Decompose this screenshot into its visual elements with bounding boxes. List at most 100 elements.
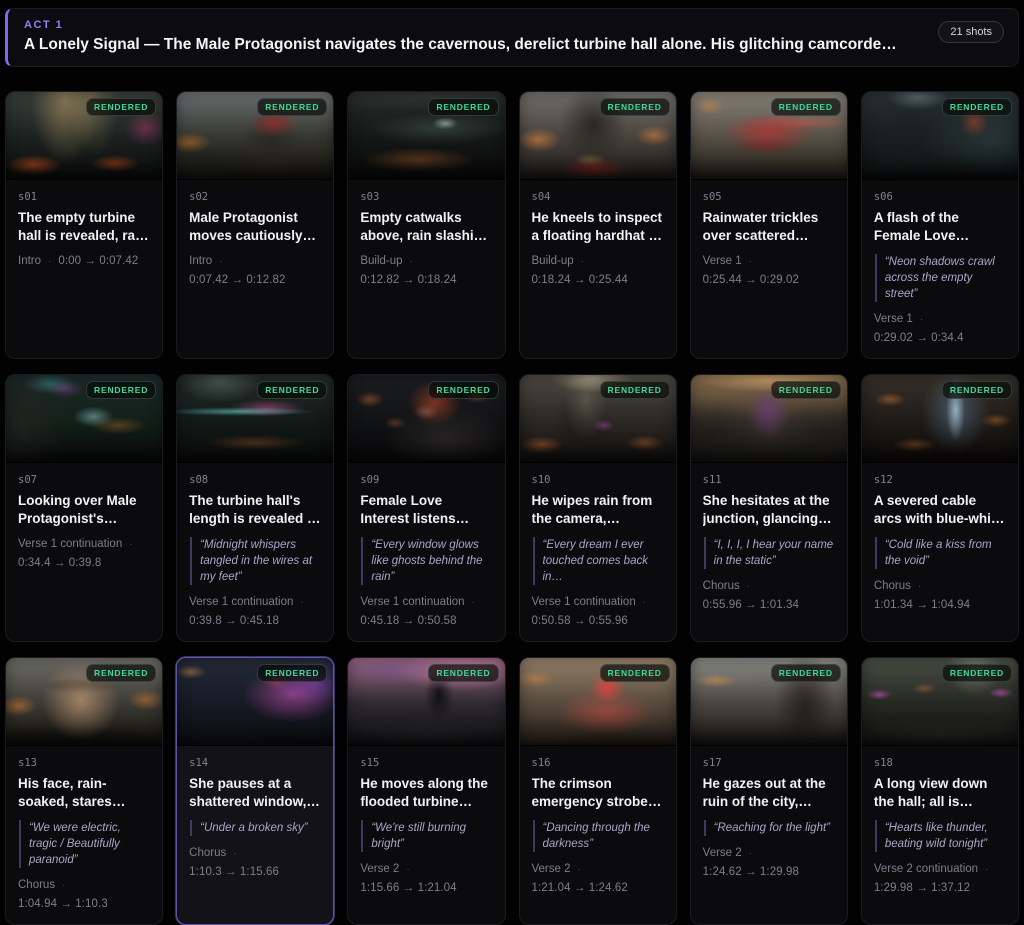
shot-thumbnail[interactable]: RENDERED (348, 375, 504, 463)
shot-lyric: “Dancing through the darkness” (533, 820, 664, 852)
act-label: ACT 1 (24, 19, 1002, 31)
shot-thumbnail[interactable]: RENDERED (691, 658, 847, 746)
shot-meta: Verse 2 continuation · 1:29.98 → 1:37.12 (874, 862, 1006, 896)
shot-card-body: s12 A severed cable arcs with blue-white… (862, 463, 1018, 641)
shot-meta: Build-up · 0:12.82 → 0:18.24 (360, 254, 492, 288)
shot-card-body: s05 Rainwater trickles over scattered wr… (691, 180, 847, 358)
shot-timerange: 1:29.98 → 1:37.12 (874, 881, 970, 896)
act-title: A Lonely Signal — The Male Protagonist n… (24, 36, 1002, 54)
shot-thumbnail[interactable]: RENDERED (520, 658, 676, 746)
shot-thumbnail[interactable]: RENDERED (520, 375, 676, 463)
shot-card[interactable]: RENDERED s13 His face, rain-soaked, star… (5, 657, 163, 925)
shot-title: She pauses at a shattered window, neo… (189, 775, 321, 811)
shot-card[interactable]: RENDERED s15 He moves along the flooded … (347, 657, 505, 925)
shot-card[interactable]: RENDERED s03 Empty catwalks above, rain … (347, 91, 505, 359)
shot-thumbnail[interactable]: RENDERED (862, 658, 1018, 746)
shot-section: Verse 1 continuation (360, 595, 464, 610)
shot-card-body: s03 Empty catwalks above, rain slashing … (348, 180, 504, 358)
shot-id: s15 (360, 757, 492, 769)
shot-card[interactable]: RENDERED s10 He wipes rain from the came… (519, 374, 677, 642)
shot-card-body: s04 He kneels to inspect a floating hard… (520, 180, 676, 358)
shot-thumbnail[interactable]: RENDERED (520, 92, 676, 180)
shot-id: s09 (360, 474, 492, 486)
shot-timerange: 0:39.8 → 0:45.18 (189, 614, 279, 629)
meta-separator-icon: · (747, 580, 750, 593)
shot-meta: Chorus · 1:10.3 → 1:15.66 (189, 846, 321, 880)
rendered-badge: RENDERED (86, 381, 156, 399)
rendered-badge: RENDERED (428, 381, 498, 399)
shot-timerange: 0:29.02 → 0:34.4 (874, 331, 964, 346)
shot-card[interactable]: RENDERED s14 She pauses at a shattered w… (176, 657, 334, 925)
shot-thumbnail[interactable]: RENDERED (691, 92, 847, 180)
shot-timerange: 1:15.66 → 1:21.04 (360, 881, 456, 896)
shot-thumbnail[interactable]: RENDERED (691, 375, 847, 463)
rendered-badge: RENDERED (942, 664, 1012, 682)
shot-card[interactable]: RENDERED s06 A flash of the Female Love … (861, 91, 1019, 359)
rendered-badge: RENDERED (428, 98, 498, 116)
shot-thumbnail[interactable]: RENDERED (177, 658, 333, 746)
shot-lyric: “Hearts like thunder, beating wild tonig… (875, 820, 1006, 852)
shot-id: s08 (189, 474, 321, 486)
shot-section: Verse 1 (703, 254, 742, 269)
shot-title: The turbine hall's length is revealed in… (189, 492, 321, 528)
shot-lyric: “Cold like a kiss from the void” (875, 537, 1006, 569)
act-header[interactable]: ACT 1 A Lonely Signal — The Male Protago… (5, 8, 1019, 67)
shot-thumbnail[interactable]: RENDERED (6, 658, 162, 746)
meta-separator-icon: · (643, 596, 646, 609)
meta-separator-icon: · (578, 863, 581, 876)
shot-card[interactable]: RENDERED s18 A long view down the hall; … (861, 657, 1019, 925)
shot-meta: Verse 1 continuation · 0:45.18 → 0:50.58 (360, 595, 492, 629)
shot-card-body: s16 The crimson emergency strobe is refl… (520, 746, 676, 924)
shot-lyric: “Neon shadows crawl across the empty str… (875, 254, 1006, 302)
shot-section: Intro (189, 254, 212, 269)
shot-section: Verse 2 continuation (874, 862, 978, 877)
shot-title: He moves along the flooded turbine floor… (360, 775, 492, 811)
shot-card[interactable]: RENDERED s12 A severed cable arcs with b… (861, 374, 1019, 642)
rendered-badge: RENDERED (428, 664, 498, 682)
meta-separator-icon: · (129, 538, 132, 551)
shot-card-body: s06 A flash of the Female Love Interest … (862, 180, 1018, 358)
shot-card-body: s07 Looking over Male Protagonist's shou… (6, 463, 162, 641)
shot-card[interactable]: RENDERED s17 He gazes out at the ruin of… (690, 657, 848, 925)
shot-timerange: 1:24.62 → 1:29.98 (703, 865, 799, 880)
rendered-badge: RENDERED (942, 98, 1012, 116)
shot-title: Empty catwalks above, rain slashing thro… (360, 209, 492, 245)
shot-timerange: 0:12.82 → 0:18.24 (360, 273, 456, 288)
shot-thumbnail[interactable]: RENDERED (348, 92, 504, 180)
shot-timerange: 0:18.24 → 0:25.44 (532, 273, 628, 288)
shot-thumbnail[interactable]: RENDERED (6, 92, 162, 180)
shot-id: s13 (18, 757, 150, 769)
shot-meta: Verse 1 · 0:29.02 → 0:34.4 (874, 312, 1006, 346)
meta-separator-icon: · (985, 863, 988, 876)
shot-card[interactable]: RENDERED s11 She hesitates at the juncti… (690, 374, 848, 642)
shot-id: s03 (360, 191, 492, 203)
shot-timerange: 0:50.58 → 0:55.96 (532, 614, 628, 629)
shot-id: s02 (189, 191, 321, 203)
shot-card[interactable]: RENDERED s16 The crimson emergency strob… (519, 657, 677, 925)
shot-card[interactable]: RENDERED s07 Looking over Male Protagoni… (5, 374, 163, 642)
shot-lyric: “Under a broken sky” (190, 820, 321, 836)
shot-section: Chorus (703, 579, 740, 594)
shot-timerange: 0:00 → 0:07.42 (58, 254, 138, 269)
shot-thumbnail[interactable]: RENDERED (348, 658, 504, 746)
shot-card[interactable]: RENDERED s08 The turbine hall's length i… (176, 374, 334, 642)
shot-timerange: 1:10.3 → 1:15.66 (189, 865, 279, 880)
shot-card[interactable]: RENDERED s09 Female Love Interest listen… (347, 374, 505, 642)
shot-grid: RENDERED s01 The empty turbine hall is r… (5, 91, 1019, 925)
shot-thumbnail[interactable]: RENDERED (6, 375, 162, 463)
shot-title: She hesitates at the junction, glancing … (703, 492, 835, 528)
shot-thumbnail[interactable]: RENDERED (177, 375, 333, 463)
shot-thumbnail[interactable]: RENDERED (862, 375, 1018, 463)
shot-section: Verse 2 (703, 846, 742, 861)
shot-card[interactable]: RENDERED s01 The empty turbine hall is r… (5, 91, 163, 359)
shot-card-body: s02 Male Protagonist moves cautiously… I… (177, 180, 333, 358)
shot-card-body: s09 Female Love Interest listens intentl… (348, 463, 504, 641)
meta-separator-icon: · (62, 879, 65, 892)
shot-section: Chorus (874, 579, 911, 594)
shot-card[interactable]: RENDERED s04 He kneels to inspect a floa… (519, 91, 677, 359)
shot-thumbnail[interactable]: RENDERED (862, 92, 1018, 180)
shot-title: Male Protagonist moves cautiously… (189, 209, 321, 245)
shot-card[interactable]: RENDERED s05 Rainwater trickles over sca… (690, 91, 848, 359)
shot-thumbnail[interactable]: RENDERED (177, 92, 333, 180)
shot-card[interactable]: RENDERED s02 Male Protagonist moves caut… (176, 91, 334, 359)
